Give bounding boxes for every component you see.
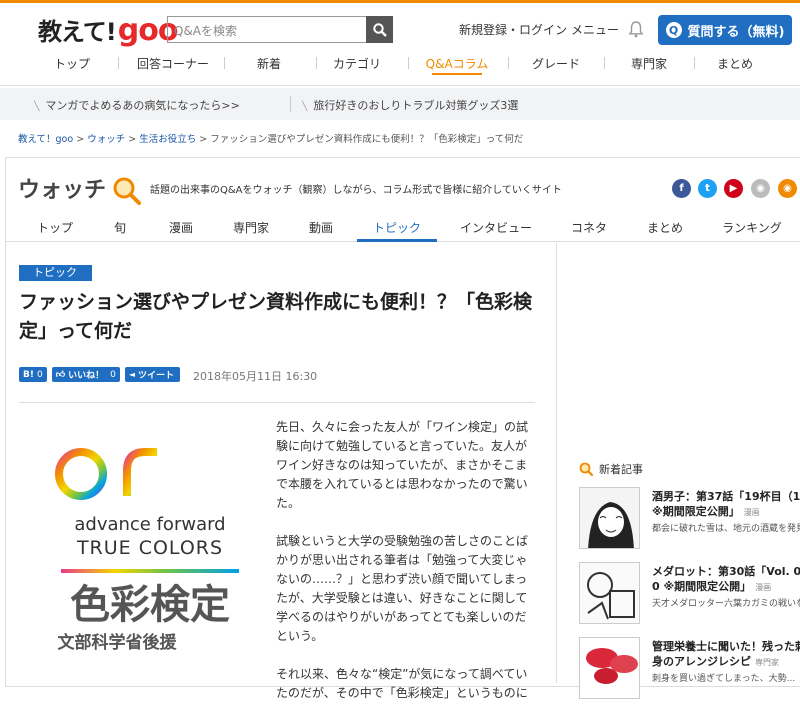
gnav-item-matome[interactable]: まとめ (690, 55, 780, 72)
twitter-icon[interactable]: t (698, 179, 717, 198)
facebook-icon[interactable]: f (672, 179, 691, 198)
top-header: 教えて!goo Q&Aを検索 新規登録・ログイン メニュー Q 質問する（無料) (0, 0, 800, 52)
twitter-bird-icon: ◄ (128, 370, 136, 379)
site-logo[interactable]: 教えて!goo (38, 12, 178, 48)
news-title: 身のアレンジレシピ 専門家 (652, 655, 779, 668)
watch-logo[interactable]: ウォッチ (18, 172, 142, 206)
pickup-bar: マンガでよめるあの病気になったら>> 旅行好きのおしりトラブル対策グッズ3選 (0, 88, 800, 120)
gnav-item-new[interactable]: 新着 (224, 55, 314, 72)
thumbs-up-icon: 👍︎ (55, 369, 66, 380)
sidebar-heading: 新着記事 (579, 461, 643, 477)
news-excerpt: 都会に破れた雪は、地元の酒蔵を発見。酒蔵を継ぐことになった。意地でも... (652, 524, 800, 534)
news-title: メダロット：第30話「Vol. 03 (652, 565, 800, 578)
search-button[interactable] (366, 16, 393, 43)
wnav-item-manga[interactable]: 漫画 (141, 219, 221, 236)
pickup-link[interactable]: マンガでよめるあの病気になったら>> (34, 97, 239, 113)
wnav-item-video[interactable]: 動画 (281, 219, 361, 236)
news-title: 0 ※期間限定公開」 漫画 (652, 580, 772, 593)
gnav-item-answer[interactable]: 回答コーナー (128, 55, 218, 72)
rss-icon[interactable]: ◉ (778, 179, 797, 198)
gnav-item-expert[interactable]: 専門家 (604, 55, 694, 72)
pickup-divider (290, 96, 291, 112)
article-date: 2018年05月11日 16:30 (193, 370, 318, 383)
aft-title: 色彩検定 (70, 582, 230, 628)
article-title: ファッション選びやプレゼン資料作成にも便利！？「色彩検定」って何だ (19, 291, 533, 342)
question-icon: Q (665, 22, 682, 38)
pickup-link[interactable]: 旅行好きのおしりトラブル対策グッズ3選 (302, 97, 518, 113)
news-excerpt: 天才メダロッター六葉カガミの戦いを描く「メダロット再～リロー... (652, 599, 800, 609)
aft-sub: 文部科学省後援 (58, 632, 178, 653)
wnav-item-topic[interactable]: トピック (357, 219, 437, 242)
breadcrumb-current: ファッション選びやプレゼン資料作成にも便利！？「色彩検定」って何だ (210, 134, 524, 145)
wnav-item-matome[interactable]: まとめ (625, 219, 705, 236)
news-title: 酒男子：第37話「19杯目（1） (652, 490, 800, 503)
aft-logo-mark (55, 448, 233, 500)
wnav-item-interview[interactable]: インタビュー (456, 219, 536, 236)
news-thumbnail (579, 562, 640, 624)
nav-divider (118, 57, 119, 69)
magnifier-icon (113, 177, 141, 205)
news-thumbnail (579, 487, 640, 549)
article-image: advance forward TRUE COLORS 色彩検定 文部科学省後援 (55, 432, 245, 662)
gnav-item-grade[interactable]: グレード (511, 55, 601, 72)
register-login-link[interactable]: 新規登録・ログイン (459, 21, 567, 38)
news-title: 管理栄養士に聞いた！残った刺 (652, 640, 800, 653)
menu-link[interactable]: メニュー (571, 21, 619, 38)
share-buttons: B! 0 👍︎ いいね！ 0 ◄ ツイート (19, 367, 180, 382)
nav-divider (508, 57, 509, 69)
global-nav: トップ 回答コーナー 新着 カテゴリ Q&Aコラム グレード 専門家 まとめ (0, 52, 800, 86)
magnifier-icon (579, 462, 593, 476)
breadcrumb: 教えて！goo > ウォッチ > 生活お役立ち > ファッション選びやプレゼン資… (18, 134, 524, 145)
ask-question-button[interactable]: Q 質問する（無料) (658, 15, 792, 45)
aft-line2: TRUE COLORS (76, 537, 223, 559)
tweet-button[interactable]: ◄ ツイート (124, 367, 180, 382)
article-paragraph: 試験というと大学の受験勉強の苦しさのことばかりが思い出される筆者は「勉強って大変… (276, 534, 529, 643)
news-item[interactable]: 酒男子：第37話「19杯目（1） ※期間限定公開」 漫画 都会に破れた雪は、地元の… (579, 487, 800, 549)
news-thumbnail (579, 637, 640, 699)
breadcrumb-link[interactable]: ウォッチ (87, 134, 125, 145)
bell-icon[interactable] (628, 20, 644, 42)
breadcrumb-link[interactable]: 生活お役立ち (139, 134, 196, 145)
article-paragraph: 先日、久々に会った友人が「ワイン検定」の試験に向けて勉強していると言っていた。友… (276, 420, 529, 510)
divider (19, 402, 535, 403)
feedly-icon[interactable]: ◉ (751, 179, 770, 198)
watch-tagline: 話題の出来事のQ&Aをウォッチ（観察）しながら、コラム形式で皆様に紹介していくサ… (150, 185, 562, 196)
news-item[interactable]: メダロット：第30話「Vol. 03 0 ※期間限定公開」 漫画 天才メダロッター… (579, 562, 800, 624)
search-icon (372, 22, 387, 37)
watch-nav: トップ 旬 漫画 専門家 動画 トピック インタビュー コネタ まとめ ランキン… (5, 214, 800, 242)
news-item[interactable]: 管理栄養士に聞いた！残った刺 身のアレンジレシピ 専門家 刺身を買い過ぎてしまった… (579, 637, 800, 699)
hatena-bookmark-button[interactable]: B! 0 (19, 367, 47, 382)
news-excerpt: 刺身を買い過ぎてしまった、大勢... (652, 674, 796, 684)
gnav-item-qa-column[interactable]: Q&Aコラム (412, 55, 502, 75)
gnav-item-top[interactable]: トップ (27, 55, 117, 72)
search-input[interactable]: Q&Aを検索 (167, 16, 367, 43)
topic-badge[interactable]: トピック (19, 265, 92, 281)
youtube-icon[interactable]: ▶ (724, 179, 743, 198)
gnav-item-category[interactable]: カテゴリ (312, 55, 402, 72)
article-body: 先日、久々に会った友人が「ワイン検定」の試験に向けて勉強していると言っていた。友… (276, 418, 536, 722)
wnav-item-koneta[interactable]: コネタ (549, 219, 629, 236)
aft-line1: advance forward (74, 514, 225, 535)
nav-divider (408, 57, 409, 69)
wnav-item-ranking[interactable]: ランキング (712, 219, 792, 236)
facebook-like-button[interactable]: 👍︎ いいね！ 0 (51, 367, 120, 382)
wnav-item-expert[interactable]: 専門家 (211, 219, 291, 236)
breadcrumb-link[interactable]: 教えて！goo (18, 134, 73, 145)
news-title: ※期間限定公開」 漫画 (652, 505, 760, 518)
article-paragraph: それ以来、色々な“検定”が気になって調べていたのだが、その中で「色彩検定」という… (276, 667, 528, 700)
